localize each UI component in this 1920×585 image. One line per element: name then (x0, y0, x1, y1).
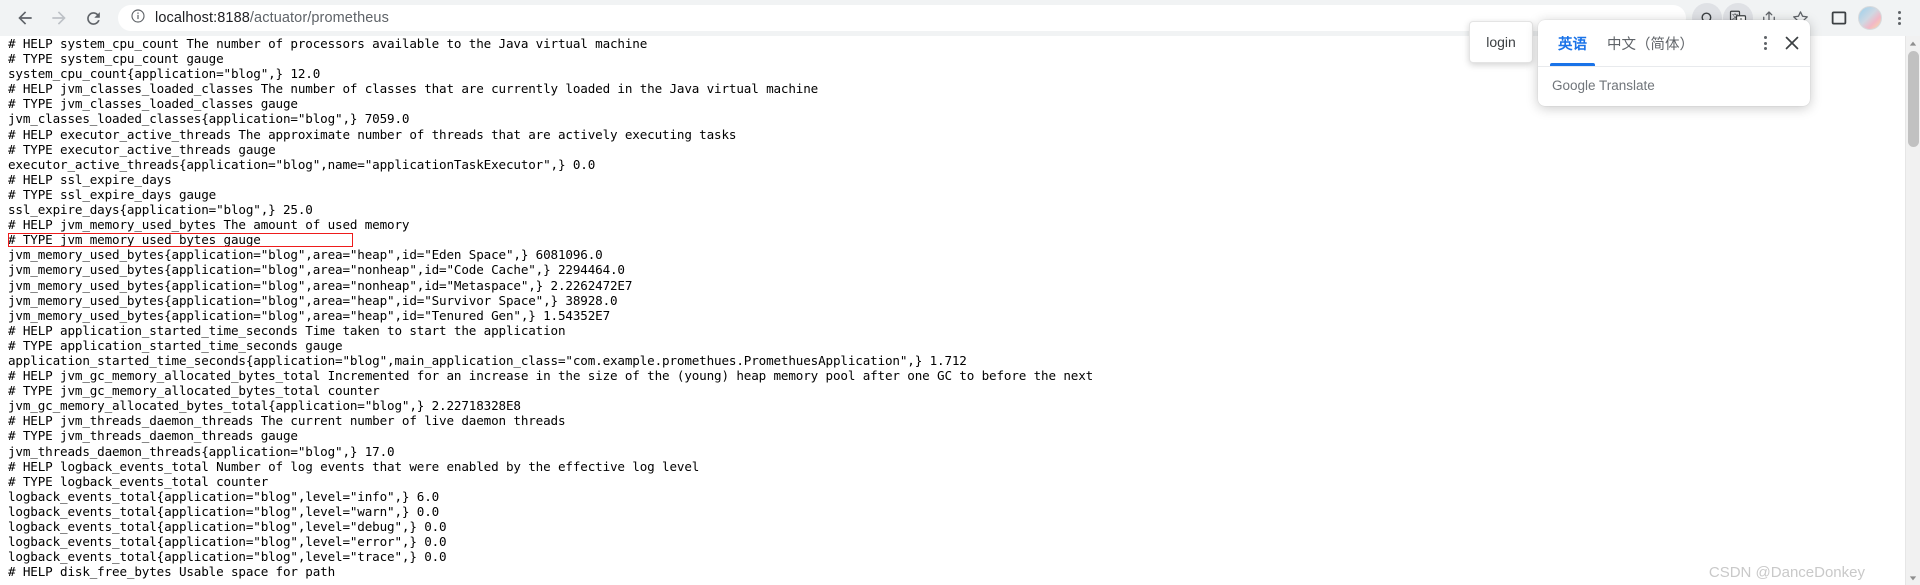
metrics-line: # HELP jvm_gc_memory_allocated_bytes_tot… (8, 368, 1094, 384)
metrics-line: # HELP application_started_time_seconds … (8, 322, 566, 338)
scrollbar-thumb[interactable] (1908, 51, 1919, 147)
address-bar-text: localhost:8188/actuator/prometheus (155, 10, 389, 26)
metrics-line-highlighted: # TYPE jvm_memory_used_bytes gauge (8, 232, 261, 248)
page-content: # HELP system_cpu_count The number of pr… (0, 36, 1920, 585)
translate-footer: Google Translate (1538, 67, 1810, 106)
side-panel-icon[interactable] (1824, 3, 1854, 33)
translate-options-icon[interactable] (1752, 20, 1778, 66)
metrics-line: application_started_time_seconds{applica… (8, 352, 967, 368)
translate-tab-target[interactable]: 中文（简体） (1597, 20, 1704, 66)
metrics-line: # TYPE jvm_gc_memory_allocated_bytes_tot… (8, 383, 380, 399)
metrics-line: # TYPE jvm_threads_daemon_threads gauge (8, 428, 298, 444)
metrics-line: ssl_expire_days{application="blog",} 25.… (8, 202, 313, 218)
back-button[interactable] (8, 1, 42, 35)
metrics-line: jvm_gc_memory_allocated_bytes_total{appl… (8, 398, 521, 414)
prometheus-metrics-text: # HELP system_cpu_count The number of pr… (8, 36, 1920, 579)
menu-dot (1763, 36, 1767, 39)
url-host: localhost:8188 (155, 10, 250, 26)
login-tooltip[interactable]: login (1469, 21, 1533, 63)
login-tooltip-label: login (1486, 34, 1516, 50)
metrics-line: logback_events_total{application="blog",… (8, 503, 440, 519)
forward-button[interactable] (42, 1, 76, 35)
scroll-up-arrow-icon[interactable] (1906, 36, 1920, 51)
translate-tab-bar: 英语 中文（简体） (1538, 20, 1810, 67)
metrics-line: logback_events_total{application="blog",… (8, 549, 447, 565)
menu-dot (1897, 16, 1901, 20)
metrics-line: # TYPE logback_events_total counter (8, 473, 269, 489)
translate-footer-label: Google Translate (1552, 78, 1655, 93)
more-vertical-icon[interactable] (1886, 3, 1912, 33)
metrics-line: jvm_memory_used_bytes{application="blog"… (8, 247, 603, 263)
metrics-line: executor_active_threads{application="blo… (8, 156, 596, 172)
avatar-image (1858, 6, 1882, 30)
metrics-line: # TYPE application_started_time_seconds … (8, 337, 343, 353)
metrics-line: jvm_memory_used_bytes{application="blog"… (8, 292, 618, 308)
metrics-line: jvm_classes_loaded_classes{application="… (8, 111, 410, 127)
close-icon[interactable] (1778, 20, 1806, 66)
reload-button[interactable] (76, 1, 110, 35)
url-path: /actuator/prometheus (249, 10, 389, 26)
metrics-line: jvm_memory_used_bytes{application="blog"… (8, 277, 633, 293)
metrics-line: # HELP disk_free_bytes Usable space for … (8, 564, 336, 580)
menu-dot (1897, 11, 1901, 14)
scroll-down-arrow-icon[interactable] (1906, 570, 1920, 585)
metrics-line: # HELP ssl_expire_days (8, 171, 172, 187)
metrics-line: logback_events_total{application="blog",… (8, 519, 447, 534)
info-icon[interactable] (130, 8, 146, 29)
menu-dot (1763, 47, 1767, 50)
metrics-line: jvm_memory_used_bytes{application="blog"… (8, 307, 610, 323)
avatar[interactable] (1855, 3, 1885, 33)
metrics-line: jvm_threads_daemon_threads{application="… (8, 443, 395, 459)
metrics-line: # TYPE executor_active_threads gauge (8, 141, 276, 157)
translate-popup: 英语 中文（简体） Google Translate (1538, 20, 1810, 106)
menu-dot (1763, 41, 1767, 45)
metrics-line: # HELP logback_events_total Number of lo… (8, 458, 700, 474)
metrics-line: logback_events_total{application="blog",… (8, 488, 440, 504)
metrics-line: # TYPE ssl_expire_days gauge (8, 186, 217, 202)
translate-tab-spacer (1704, 20, 1752, 66)
metrics-line: # HELP executor_active_threads The appro… (8, 126, 737, 142)
vertical-scrollbar[interactable] (1905, 36, 1920, 585)
address-bar[interactable]: localhost:8188/actuator/prometheus (118, 5, 1686, 31)
translate-tab-source[interactable]: 英语 (1548, 20, 1597, 66)
metrics-line: logback_events_total{application="blog",… (8, 534, 447, 550)
metrics-line: # HELP jvm_memory_used_bytes The amount … (8, 217, 410, 233)
watermark: CSDN @DanceDonkey (1708, 564, 1865, 581)
metrics-line: jvm_memory_used_bytes{application="blog"… (8, 262, 625, 278)
metrics-line: # HELP jvm_threads_daemon_threads The cu… (8, 413, 566, 429)
menu-dot (1897, 22, 1901, 25)
